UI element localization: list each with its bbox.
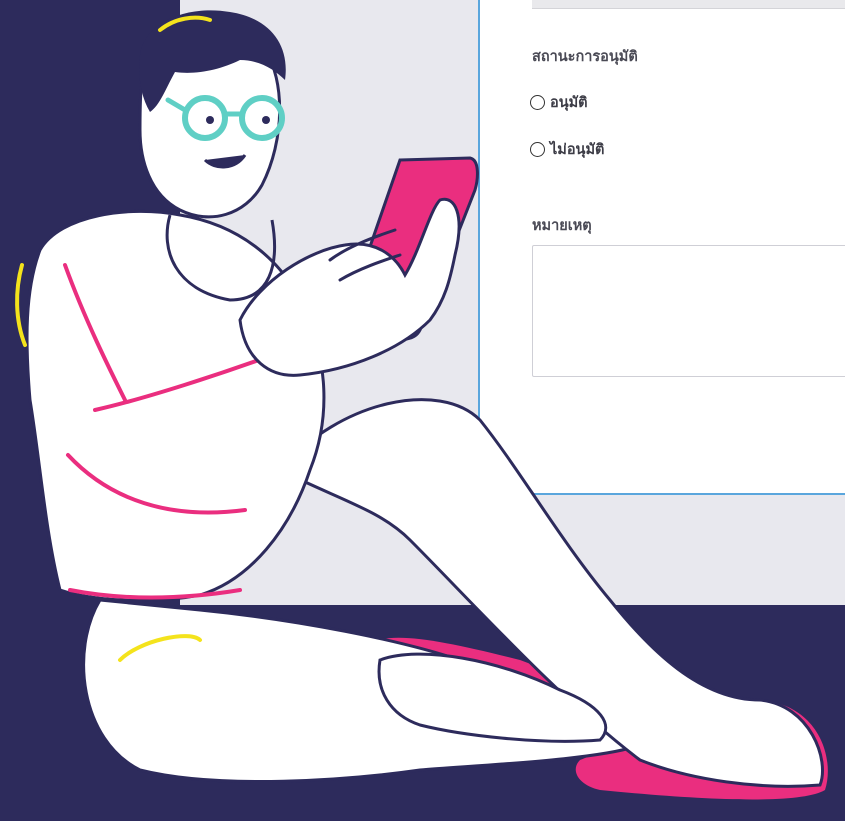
torso-icon (15, 209, 326, 602)
man-with-tablet-illustration (15, 10, 828, 800)
head-icon (138, 10, 286, 219)
